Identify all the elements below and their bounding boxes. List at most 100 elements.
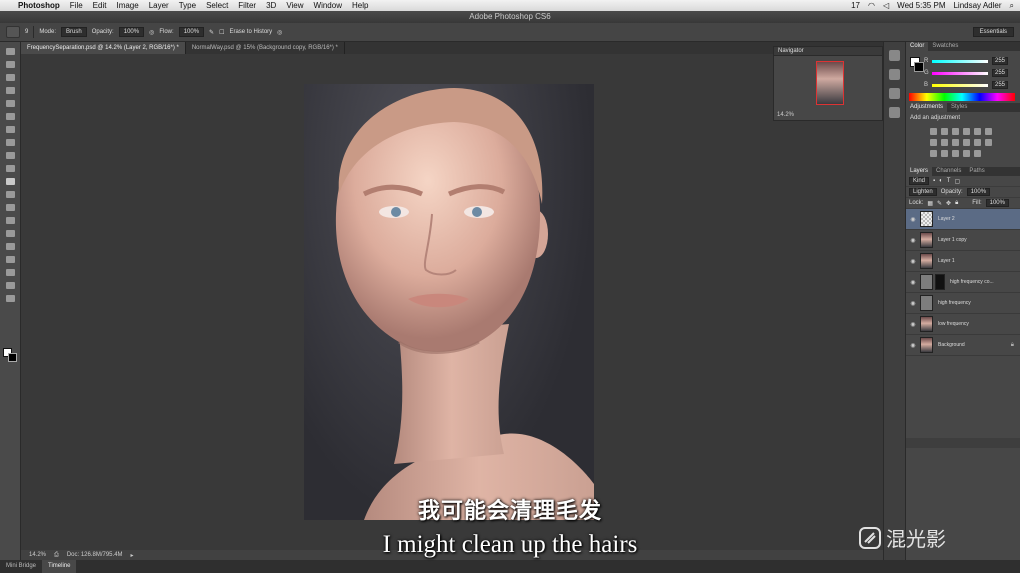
- visibility-eye-icon[interactable]: ◉: [906, 321, 920, 328]
- play-icon[interactable]: [889, 88, 900, 99]
- document-canvas[interactable]: [21, 54, 883, 550]
- menu-3d[interactable]: 3D: [266, 1, 276, 10]
- tab-channels[interactable]: Channels: [932, 167, 965, 176]
- healing-tool-icon[interactable]: [5, 126, 15, 133]
- layer-row[interactable]: ◉ low frequency: [906, 314, 1020, 335]
- info-panel-icon[interactable]: [889, 107, 900, 118]
- layer-row[interactable]: ◉ high frequency co...: [906, 272, 1020, 293]
- curves-adjustment-icon[interactable]: [952, 128, 959, 135]
- lasso-tool-icon[interactable]: [5, 74, 15, 81]
- visibility-eye-icon[interactable]: ◉: [906, 258, 920, 265]
- tab-styles[interactable]: Styles: [947, 103, 971, 112]
- move-tool-icon[interactable]: [5, 48, 15, 55]
- crop-tool-icon[interactable]: [5, 100, 15, 107]
- gradient-map-adjustment-icon[interactable]: [963, 150, 970, 157]
- menu-edit[interactable]: Edit: [93, 1, 107, 10]
- blend-mode-select[interactable]: Lighten: [909, 188, 937, 196]
- history-panel-icon[interactable]: [889, 50, 900, 61]
- pressure-size-icon[interactable]: ◎: [277, 29, 282, 36]
- pen-tool-icon[interactable]: [5, 230, 15, 237]
- vibrance-adjustment-icon[interactable]: [974, 128, 981, 135]
- color-spectrum-bar[interactable]: [909, 93, 1015, 101]
- blur-tool-icon[interactable]: [5, 204, 15, 211]
- lock-transparent-icon[interactable]: ▦: [927, 200, 933, 207]
- doc-tab-frequency-separation[interactable]: FrequencySeparation.psd @ 14.2% (Layer 2…: [21, 42, 186, 54]
- color-lookup-adjustment-icon[interactable]: [985, 139, 992, 146]
- visibility-eye-icon[interactable]: ◉: [906, 300, 920, 307]
- menu-image[interactable]: Image: [116, 1, 138, 10]
- tab-swatches[interactable]: Swatches: [928, 42, 962, 51]
- brush-tool-icon[interactable]: [5, 139, 15, 146]
- layer-row[interactable]: ◉ high frequency: [906, 293, 1020, 314]
- lock-pixels-icon[interactable]: ✎: [937, 200, 942, 207]
- filter-type-icon[interactable]: T: [947, 178, 951, 184]
- visibility-eye-icon[interactable]: ◉: [906, 279, 920, 286]
- red-value[interactable]: 255: [992, 57, 1009, 65]
- layer-opacity-input[interactable]: 100%: [966, 188, 991, 196]
- actions-panel-icon[interactable]: [889, 69, 900, 80]
- layer-filter-kind[interactable]: Kind: [909, 177, 930, 185]
- lock-position-icon[interactable]: ✥: [946, 200, 951, 207]
- hue-saturation-adjustment-icon[interactable]: [930, 139, 937, 146]
- volume-icon[interactable]: ◁: [883, 1, 889, 10]
- flow-input[interactable]: 100%: [178, 27, 205, 37]
- visibility-eye-icon[interactable]: ◉: [906, 216, 920, 223]
- levels-adjustment-icon[interactable]: [941, 128, 948, 135]
- tab-paths[interactable]: Paths: [965, 167, 988, 176]
- hand-tool-icon[interactable]: [5, 282, 15, 289]
- threshold-adjustment-icon[interactable]: [952, 150, 959, 157]
- pressure-opacity-icon[interactable]: ◎: [149, 29, 154, 36]
- posterize-adjustment-icon[interactable]: [941, 150, 948, 157]
- menu-view[interactable]: View: [286, 1, 303, 10]
- tab-color[interactable]: Color: [906, 42, 929, 51]
- color-background-swatch[interactable]: [914, 62, 924, 72]
- path-select-tool-icon[interactable]: [5, 256, 15, 263]
- clock[interactable]: Wed 5:35 PM: [897, 1, 945, 10]
- menu-help[interactable]: Help: [352, 1, 368, 10]
- menu-filter[interactable]: Filter: [238, 1, 256, 10]
- filter-pixel-icon[interactable]: ▪: [933, 178, 935, 184]
- blue-value[interactable]: 255: [992, 81, 1009, 89]
- menu-type[interactable]: Type: [179, 1, 196, 10]
- layer-row[interactable]: ◉ Layer 1 copy: [906, 230, 1020, 251]
- visibility-eye-icon[interactable]: ◉: [906, 342, 920, 349]
- tab-mini-bridge[interactable]: Mini Bridge: [0, 560, 42, 573]
- dodge-tool-icon[interactable]: [5, 217, 15, 224]
- photo-filter-adjustment-icon[interactable]: [963, 139, 970, 146]
- history-brush-tool-icon[interactable]: [5, 165, 15, 172]
- eyedropper-tool-icon[interactable]: [5, 113, 15, 120]
- black-white-adjustment-icon[interactable]: [952, 139, 959, 146]
- tab-timeline[interactable]: Timeline: [42, 560, 77, 573]
- wifi-icon[interactable]: ◠: [868, 1, 875, 10]
- layer-row[interactable]: ◉ Layer 2: [906, 209, 1020, 230]
- selective-color-adjustment-icon[interactable]: [974, 150, 981, 157]
- background-color-swatch[interactable]: [8, 353, 17, 362]
- workspace-select[interactable]: Essentials: [972, 27, 1014, 37]
- filter-adjustment-icon[interactable]: ◐: [939, 178, 943, 184]
- lock-all-icon[interactable]: 🔒︎: [955, 200, 958, 207]
- type-tool-icon[interactable]: [5, 243, 15, 250]
- mode-select[interactable]: Brush: [61, 27, 87, 37]
- portrait-photo[interactable]: [304, 84, 594, 520]
- clone-stamp-tool-icon[interactable]: [5, 152, 15, 159]
- zoom-tool-icon[interactable]: [5, 295, 15, 302]
- doc-tab-normal-way[interactable]: NormalWay.psd @ 15% (Background copy, RG…: [186, 42, 345, 54]
- quick-select-tool-icon[interactable]: [5, 87, 15, 94]
- layer-row[interactable]: ◉ Layer 1: [906, 251, 1020, 272]
- visibility-eye-icon[interactable]: ◉: [906, 237, 920, 244]
- navigator-zoom[interactable]: 14.2%: [777, 112, 794, 118]
- green-value[interactable]: 255: [992, 69, 1009, 77]
- tab-layers[interactable]: Layers: [906, 167, 933, 176]
- exposure-adjustment-icon[interactable]: [963, 128, 970, 135]
- red-slider[interactable]: [932, 59, 988, 63]
- blue-slider[interactable]: [932, 83, 988, 87]
- menu-file[interactable]: File: [70, 1, 83, 10]
- filter-shape-icon[interactable]: ▢: [954, 178, 960, 185]
- eraser-tool-preset-icon[interactable]: [6, 26, 20, 38]
- layer-fill-input[interactable]: 100%: [985, 199, 1009, 207]
- brush-size[interactable]: 9: [25, 29, 28, 35]
- layer-row[interactable]: ◉ Background 🔒︎: [906, 335, 1020, 356]
- airbrush-icon[interactable]: ✎: [209, 29, 214, 36]
- navigator-title[interactable]: Navigator: [774, 47, 882, 56]
- opacity-input[interactable]: 100%: [118, 27, 145, 37]
